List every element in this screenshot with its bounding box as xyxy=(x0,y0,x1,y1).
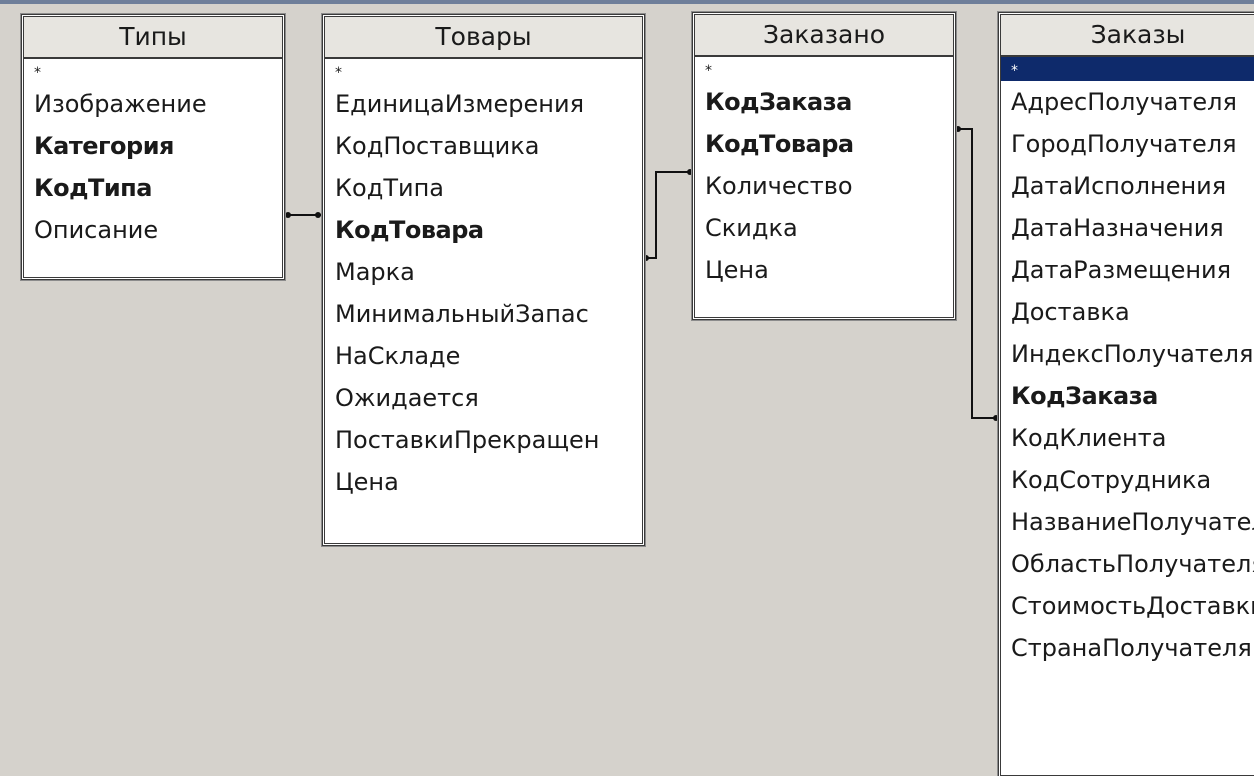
field-item[interactable]: СтранаПолучателя xyxy=(1001,627,1254,669)
field-item[interactable]: АдресПолучателя xyxy=(1001,81,1254,123)
field-item[interactable]: Скидка xyxy=(695,207,953,249)
field-item[interactable]: Цена xyxy=(695,249,953,291)
field-item[interactable]: ИндексПолучателя xyxy=(1001,333,1254,375)
field-item[interactable]: КодСотрудника xyxy=(1001,459,1254,501)
field-item[interactable]: Изображение xyxy=(24,83,282,125)
field-item[interactable]: НаСкладе xyxy=(325,335,642,377)
field-item[interactable]: КодТипа xyxy=(325,167,642,209)
field-item[interactable]: Доставка xyxy=(1001,291,1254,333)
field-item[interactable]: КодЗаказа xyxy=(695,81,953,123)
field-item[interactable]: ОбластьПолучателя xyxy=(1001,543,1254,585)
table-title[interactable]: Заказано xyxy=(695,15,953,57)
table-goods[interactable]: Товары * ЕдиницаИзмерения КодПоставщика Код… xyxy=(321,13,646,547)
field-item[interactable]: ДатаИсполнения xyxy=(1001,165,1254,207)
field-item[interactable]: КодЗаказа xyxy=(1001,375,1254,417)
table-types[interactable]: Типы * Изображение Категория КодТипа Описани… xyxy=(20,13,286,281)
field-item[interactable]: Марка xyxy=(325,251,642,293)
table-orders[interactable]: Заказы * АдресПолучателя ГородПолучателя Да… xyxy=(997,11,1254,776)
field-item[interactable]: НазваниеПолучателя xyxy=(1001,501,1254,543)
field-item[interactable]: ДатаНазначения xyxy=(1001,207,1254,249)
relationship-diagram-canvas: Типы * Изображение Категория КодТипа Описани… xyxy=(0,0,1254,776)
table-ordered[interactable]: Заказано * КодЗаказа КодТовара Количество Ск… xyxy=(691,11,957,321)
field-item[interactable]: Количество xyxy=(695,165,953,207)
field-item[interactable]: МинимальныйЗапас xyxy=(325,293,642,335)
field-item[interactable]: КодКлиента xyxy=(1001,417,1254,459)
field-list: * Изображение Категория КодТипа Описание xyxy=(24,59,282,251)
field-item[interactable]: Ожидается xyxy=(325,377,642,419)
field-list: * КодЗаказа КодТовара Количество Скидка Цена xyxy=(695,57,953,291)
field-item[interactable]: ГородПолучателя xyxy=(1001,123,1254,165)
field-item[interactable]: КодТовара xyxy=(695,123,953,165)
relationship-line-ordered-orders xyxy=(954,128,1000,419)
field-item[interactable]: СтоимостьДоставки xyxy=(1001,585,1254,627)
field-all-columns[interactable]: * xyxy=(325,59,642,83)
window-top-edge xyxy=(0,0,1254,4)
table-title[interactable]: Заказы xyxy=(1001,15,1254,57)
field-item[interactable]: КодТипа xyxy=(24,167,282,209)
field-all-columns[interactable]: * xyxy=(1001,57,1254,81)
field-list: * ЕдиницаИзмерения КодПоставщика КодТипа Код… xyxy=(325,59,642,503)
field-item[interactable]: ЕдиницаИзмерения xyxy=(325,83,642,125)
field-item[interactable]: КодТовара xyxy=(325,209,642,251)
field-item[interactable]: ПоставкиПрекращен xyxy=(325,419,642,461)
table-title[interactable]: Типы xyxy=(24,17,282,59)
field-item[interactable]: КодПоставщика xyxy=(325,125,642,167)
relationship-end-dot xyxy=(315,212,321,218)
relationship-line-goods-ordered xyxy=(642,171,694,259)
field-item[interactable]: ДатаРазмещения xyxy=(1001,249,1254,291)
field-all-columns[interactable]: * xyxy=(24,59,282,83)
field-item[interactable]: Категория xyxy=(24,125,282,167)
field-all-columns[interactable]: * xyxy=(695,57,953,81)
field-list: * АдресПолучателя ГородПолучателя ДатаИспол… xyxy=(1001,57,1254,669)
table-title[interactable]: Товары xyxy=(325,17,642,59)
relationship-end-dot xyxy=(285,212,291,218)
field-item[interactable]: Описание xyxy=(24,209,282,251)
field-item[interactable]: Цена xyxy=(325,461,642,503)
